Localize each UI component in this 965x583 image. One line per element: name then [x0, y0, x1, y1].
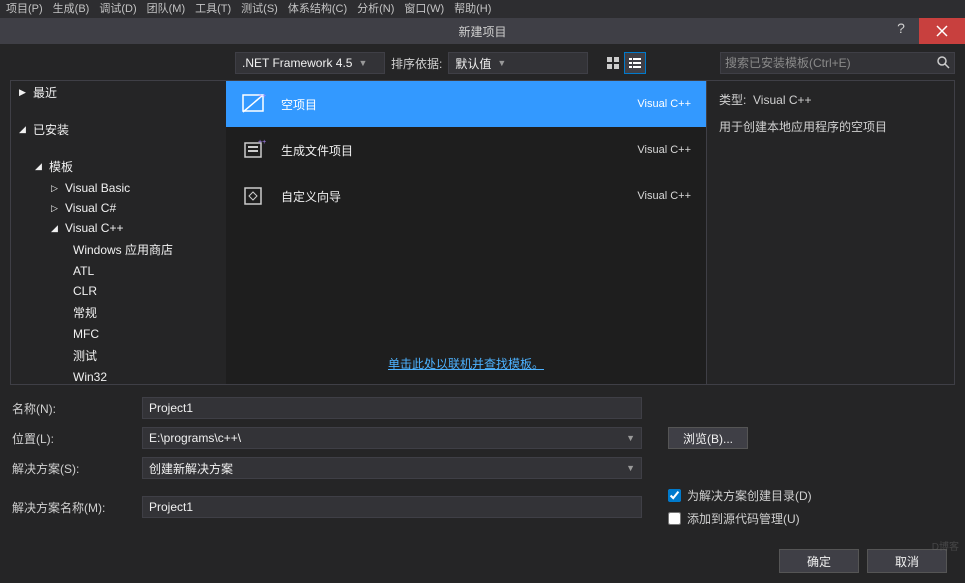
- menu-item[interactable]: 团队(M): [147, 0, 186, 18]
- menu-item[interactable]: 分析(N): [357, 0, 394, 18]
- menu-item[interactable]: 工具(T): [195, 0, 231, 18]
- sort-label: 排序依据:: [391, 55, 442, 72]
- solution-name-input[interactable]: [142, 496, 642, 518]
- template-icon: [241, 184, 267, 208]
- search-box[interactable]: [720, 52, 955, 74]
- menu-item[interactable]: 项目(P): [6, 0, 43, 18]
- template-lang: Visual C++: [637, 144, 691, 156]
- sort-value: 默认值: [455, 55, 491, 72]
- location-label: 位置(L):: [12, 430, 142, 447]
- template-item[interactable]: 自定义向导 Visual C++: [226, 173, 706, 219]
- view-grid-button[interactable]: [602, 52, 624, 74]
- chevron-down-icon: ▼: [358, 58, 367, 68]
- template-icon: ++: [241, 138, 267, 162]
- dialog-footer: 确定 取消: [10, 543, 955, 583]
- framework-value: .NET Framework 4.5: [242, 56, 352, 70]
- solution-label: 解决方案(S):: [12, 460, 142, 477]
- template-name: 空项目: [281, 96, 623, 113]
- framework-dropdown[interactable]: .NET Framework 4.5 ▼: [235, 52, 385, 74]
- menu-item[interactable]: 帮助(H): [454, 0, 491, 18]
- type-value: Visual C++: [753, 93, 811, 107]
- type-label: 类型:: [719, 93, 746, 107]
- project-form: 名称(N): 位置(L): E:\programs\c++\ ▼ 浏览(B)..…: [10, 385, 955, 543]
- chevron-down-icon: ▼: [497, 58, 506, 68]
- close-button[interactable]: [919, 18, 965, 44]
- main-panel: ▶最近 ◢已安装 ◢模板 ▷Visual Basic ▷Visual C# ◢V…: [10, 80, 955, 385]
- watermark: D博客: [932, 538, 959, 553]
- description-text: 用于创建本地应用程序的空项目: [719, 118, 942, 135]
- sidebar-item-vcpp-child[interactable]: ATL: [11, 261, 226, 281]
- help-button[interactable]: ?: [889, 20, 913, 36]
- titlebar: 新建项目 ?: [0, 18, 965, 44]
- sort-dropdown[interactable]: 默认值 ▼: [448, 52, 588, 74]
- templates-list: ++ 空项目 Visual C++ ++ 生成文件项目 Visual C++ 自…: [226, 81, 706, 384]
- sidebar-item-vcpp-child[interactable]: MFC: [11, 324, 226, 344]
- sidebar-item-vcpp[interactable]: ◢Visual C++: [11, 218, 226, 238]
- sidebar-item-vcpp-child[interactable]: Windows 应用商店: [11, 238, 226, 261]
- chevron-down-icon: ▼: [626, 463, 635, 473]
- solution-name-label: 解决方案名称(M):: [12, 499, 142, 516]
- triangle-right-icon: ▶: [19, 87, 29, 98]
- view-toggle: [602, 52, 646, 74]
- close-icon: [936, 25, 948, 37]
- sidebar-item-vcs[interactable]: ▷Visual C#: [11, 198, 226, 218]
- solution-dropdown[interactable]: 创建新解决方案 ▼: [142, 457, 642, 479]
- menu-item[interactable]: 窗口(W): [404, 0, 444, 18]
- name-label: 名称(N):: [12, 400, 142, 417]
- location-dropdown[interactable]: E:\programs\c++\ ▼: [142, 427, 642, 449]
- search-input[interactable]: [725, 56, 936, 70]
- online-templates-link[interactable]: 单击此处以联机并查找模板。: [226, 343, 706, 384]
- toolbar: .NET Framework 4.5 ▼ 排序依据: 默认值 ▼: [10, 52, 955, 74]
- menu-item[interactable]: 生成(B): [53, 0, 90, 18]
- template-item[interactable]: ++ 空项目 Visual C++: [226, 81, 706, 127]
- sidebar-installed[interactable]: ◢已安装: [11, 118, 226, 141]
- browse-button[interactable]: 浏览(B)...: [668, 427, 748, 449]
- description-pane: 类型: Visual C++ 用于创建本地应用程序的空项目: [706, 81, 954, 384]
- name-input[interactable]: [142, 397, 642, 419]
- triangle-down-icon: ◢: [35, 161, 45, 172]
- menubar[interactable]: 项目(P) 生成(B) 调试(D) 团队(M) 工具(T) 测试(S) 体系结构…: [0, 0, 965, 18]
- sidebar-recent[interactable]: ▶最近: [11, 81, 226, 104]
- create-dir-checkbox[interactable]: 为解决方案创建目录(D): [668, 487, 812, 504]
- sidebar-item-vcpp-child[interactable]: 常规: [11, 301, 226, 324]
- ok-button[interactable]: 确定: [779, 549, 859, 573]
- template-item[interactable]: ++ 生成文件项目 Visual C++: [226, 127, 706, 173]
- svg-text:++: ++: [258, 93, 266, 100]
- sidebar-item-vcpp-child[interactable]: CLR: [11, 281, 226, 301]
- sidebar-templates[interactable]: ◢模板: [11, 155, 226, 178]
- sidebar-item-vb[interactable]: ▷Visual Basic: [11, 178, 226, 198]
- view-list-button[interactable]: [624, 52, 646, 74]
- triangle-down-icon: ◢: [19, 124, 29, 135]
- menu-item[interactable]: 体系结构(C): [288, 0, 347, 18]
- template-name: 自定义向导: [281, 188, 623, 205]
- sidebar-item-vcpp-child[interactable]: 测试: [11, 344, 226, 367]
- triangle-down-icon: ◢: [51, 223, 61, 234]
- triangle-right-icon: ▷: [51, 203, 61, 214]
- template-lang: Visual C++: [637, 98, 691, 110]
- chevron-down-icon: ▼: [626, 433, 635, 443]
- search-icon: [936, 55, 950, 72]
- template-lang: Visual C++: [637, 190, 691, 202]
- list-icon: [628, 56, 642, 70]
- template-icon: ++: [241, 92, 267, 116]
- triangle-right-icon: ▷: [51, 183, 61, 194]
- menu-item[interactable]: 测试(S): [241, 0, 278, 18]
- menu-item[interactable]: 调试(D): [99, 0, 136, 18]
- svg-text:++: ++: [258, 139, 266, 146]
- template-name: 生成文件项目: [281, 142, 623, 159]
- sidebar: ▶最近 ◢已安装 ◢模板 ▷Visual Basic ▷Visual C# ◢V…: [11, 81, 226, 384]
- grid-icon: [606, 56, 620, 70]
- dialog-title: 新建项目: [0, 23, 965, 40]
- source-control-checkbox[interactable]: 添加到源代码管理(U): [668, 510, 812, 527]
- sidebar-item-vcpp-child[interactable]: Win32: [11, 367, 226, 384]
